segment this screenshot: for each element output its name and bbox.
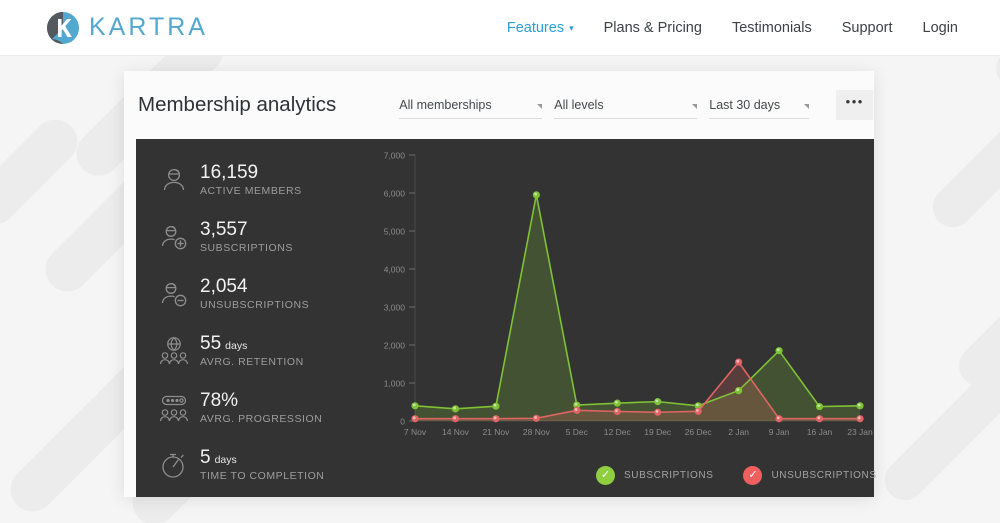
- background-stripe: [0, 110, 87, 233]
- stat-unit: days: [225, 340, 247, 352]
- brand-logo[interactable]: KARTRA: [46, 11, 208, 45]
- filter-levels-value: All levels: [554, 98, 603, 112]
- stat-unit: days: [215, 454, 237, 466]
- membership-line-chart: 0 1,000 2,000 3,000 4,000 5,000 6,000 7,000 7 No…: [361, 139, 874, 497]
- stat-unsubscriptions: 2,054 UNSUBSCRIPTIONS: [148, 265, 361, 322]
- stat-subscriptions: 3,557 SUBSCRIPTIONS: [148, 208, 361, 265]
- stat-value: 3,557: [200, 219, 248, 241]
- svg-text:2,000: 2,000: [384, 341, 406, 351]
- stat-active-members: 16,159 ACTIVE MEMBERS: [148, 151, 361, 208]
- stat-value: 5: [200, 447, 211, 469]
- filter-memberships-value: All memberships: [399, 98, 491, 112]
- svg-text:9 Jan: 9 Jan: [769, 427, 790, 437]
- chart-legend: ✓ SUBSCRIPTIONS ✓ UNSUBSCRIPTIONS: [596, 466, 877, 485]
- progress-group-icon: [148, 393, 200, 423]
- filter-date-range-value: Last 30 days: [709, 98, 780, 112]
- legend-label: SUBSCRIPTIONS: [624, 470, 713, 481]
- svg-text:4,000: 4,000: [384, 265, 406, 275]
- nav-item-label: Login: [923, 20, 958, 36]
- svg-text:14 Nov: 14 Nov: [442, 427, 470, 437]
- svg-text:2 Jan: 2 Jan: [728, 427, 749, 437]
- page-title: Membership analytics: [138, 93, 336, 117]
- chevron-down-icon: ▾: [569, 24, 574, 33]
- nav-item-label: Testimonials: [732, 20, 812, 36]
- filter-memberships[interactable]: All memberships: [399, 91, 542, 119]
- triangle-down-icon: [537, 104, 542, 109]
- stopwatch-icon: [148, 450, 200, 480]
- legend-item-subscriptions[interactable]: ✓ SUBSCRIPTIONS: [596, 466, 713, 485]
- stat-label: ACTIVE MEMBERS: [200, 185, 302, 197]
- stat-label: TIME TO COMPLETION: [200, 470, 324, 482]
- svg-text:3,000: 3,000: [384, 303, 406, 313]
- svg-text:6,000: 6,000: [384, 189, 406, 199]
- svg-text:0: 0: [400, 417, 405, 427]
- stat-value: 2,054: [200, 276, 248, 298]
- svg-text:5 Dec: 5 Dec: [566, 427, 589, 437]
- main-nav: Features ▾ Plans & Pricing Testimonials …: [507, 20, 958, 36]
- nav-item-support[interactable]: Support: [842, 20, 893, 36]
- svg-text:1,000: 1,000: [384, 379, 406, 389]
- stat-label: UNSUBSCRIPTIONS: [200, 299, 309, 311]
- background-stripe: [1, 383, 138, 520]
- svg-text:26 Dec: 26 Dec: [685, 427, 713, 437]
- svg-text:19 Dec: 19 Dec: [644, 427, 672, 437]
- stat-value: 16,159: [200, 162, 258, 184]
- check-circle-green-icon: ✓: [596, 466, 615, 485]
- svg-text:12 Dec: 12 Dec: [604, 427, 632, 437]
- filter-date-range[interactable]: Last 30 days: [709, 91, 809, 119]
- filter-levels[interactable]: All levels: [554, 91, 697, 119]
- nav-item-label: Features: [507, 20, 564, 36]
- svg-text:7 Nov: 7 Nov: [404, 427, 427, 437]
- background-stripe: [925, 45, 1000, 236]
- legend-item-unsubscriptions[interactable]: ✓ UNSUBSCRIPTIONS: [743, 466, 876, 485]
- more-options-button[interactable]: •••: [836, 90, 873, 120]
- stat-label: AVRG. RETENTION: [200, 356, 304, 368]
- stat-avrg-retention: 55 days AVRG. RETENTION: [148, 322, 361, 379]
- stat-avrg-progression: 78% AVRG. PROGRESSION: [148, 379, 361, 436]
- stat-time-to-completion: 5 days TIME TO COMPLETION: [148, 436, 361, 493]
- nav-item-login[interactable]: Login: [923, 20, 958, 36]
- svg-text:5,000: 5,000: [384, 227, 406, 237]
- kartra-logo-icon: [46, 11, 80, 45]
- svg-text:21 Nov: 21 Nov: [482, 427, 510, 437]
- legend-label: UNSUBSCRIPTIONS: [771, 470, 876, 481]
- svg-text:16 Jan: 16 Jan: [807, 427, 833, 437]
- membership-analytics-card: Membership analytics All memberships All…: [124, 71, 874, 497]
- top-navigation-bar: KARTRA Features ▾ Plans & Pricing Testim…: [0, 0, 1000, 56]
- member-add-icon: [148, 222, 200, 252]
- stats-list: 16,159 ACTIVE MEMBERS 3,557: [136, 139, 361, 497]
- card-header: Membership analytics All memberships All…: [124, 71, 874, 139]
- globe-group-icon: [148, 336, 200, 366]
- svg-text:28 Nov: 28 Nov: [523, 427, 551, 437]
- member-remove-icon: [148, 279, 200, 309]
- filter-group: All memberships All levels Last 30 days …: [399, 90, 873, 120]
- stat-label: AVRG. PROGRESSION: [200, 413, 322, 425]
- brand-name: KARTRA: [89, 13, 208, 42]
- member-icon: [148, 165, 200, 195]
- nav-item-plans-pricing[interactable]: Plans & Pricing: [604, 20, 702, 36]
- nav-item-label: Support: [842, 20, 893, 36]
- check-circle-red-icon: ✓: [743, 466, 762, 485]
- svg-text:23 Jan: 23 Jan: [847, 427, 873, 437]
- stat-value: 55: [200, 333, 221, 355]
- triangle-down-icon: [804, 104, 809, 109]
- nav-item-features[interactable]: Features ▾: [507, 20, 574, 36]
- stat-value: 78%: [200, 390, 238, 412]
- svg-text:7,000: 7,000: [384, 151, 406, 161]
- stat-label: SUBSCRIPTIONS: [200, 242, 293, 254]
- triangle-down-icon: [692, 104, 697, 109]
- nav-item-label: Plans & Pricing: [604, 20, 702, 36]
- analytics-panel: 16,159 ACTIVE MEMBERS 3,557: [136, 139, 874, 497]
- chart-canvas: 0 1,000 2,000 3,000 4,000 5,000 6,000 7,000 7 No…: [361, 139, 874, 497]
- nav-item-testimonials[interactable]: Testimonials: [732, 20, 812, 36]
